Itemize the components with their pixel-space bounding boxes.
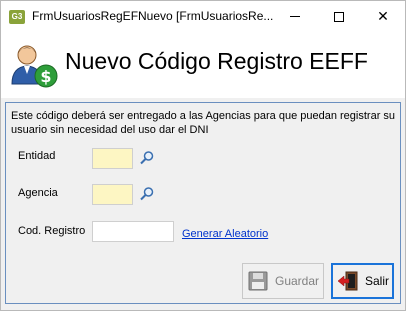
close-button[interactable]: ✕ [361, 1, 405, 32]
entidad-label: Entidad [18, 150, 56, 162]
minimize-button[interactable] [273, 1, 317, 32]
cod-registro-label: Cod. Registro [18, 225, 86, 237]
window-title: FrmUsuariosRegEFNuevo [FrmUsuariosRe... [32, 9, 274, 23]
form-description: Este código deberá ser entregado a las A… [11, 110, 396, 136]
generate-random-link[interactable]: Generar Aleatorio [182, 228, 268, 240]
agencia-field[interactable] [92, 184, 133, 205]
save-button-label: Guardar [275, 274, 320, 288]
exit-door-icon [337, 271, 358, 291]
agencia-label: Agencia [18, 187, 58, 199]
maximize-button[interactable] [317, 1, 361, 32]
minimize-icon [290, 16, 300, 17]
title-bar[interactable]: G3 FrmUsuariosRegEFNuevo [FrmUsuariosRe.… [1, 1, 405, 32]
header-banner: $ Nuevo Código Registro EEFF [1, 32, 405, 98]
entidad-search-icon[interactable] [139, 150, 155, 166]
agencia-search-icon[interactable] [139, 186, 155, 202]
maximize-icon [334, 11, 344, 22]
exit-button[interactable]: Salir [331, 263, 394, 299]
app-icon: G3 [9, 10, 25, 24]
floppy-disk-icon [248, 271, 268, 291]
cod-registro-field[interactable] [92, 221, 174, 242]
close-icon: ✕ [377, 8, 389, 24]
page-title: Nuevo Código Registro EEFF [65, 48, 368, 74]
dialog-window: G3 FrmUsuariosRegEFNuevo [FrmUsuariosRe.… [0, 0, 406, 311]
exit-button-label: Salir [365, 274, 390, 288]
svg-text:$: $ [40, 67, 51, 86]
entidad-field[interactable] [92, 148, 133, 169]
save-button[interactable]: Guardar [242, 263, 324, 299]
user-money-icon: $ [11, 45, 58, 88]
